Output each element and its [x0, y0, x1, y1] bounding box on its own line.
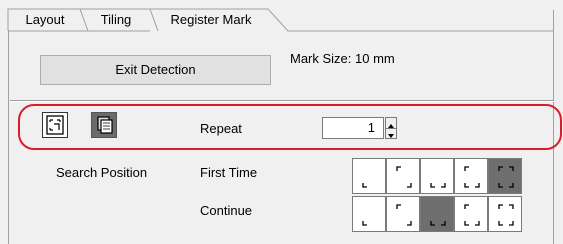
spin-up-button[interactable]: [386, 118, 396, 128]
continue-option-1[interactable]: [352, 196, 386, 232]
continue-options: [352, 196, 524, 232]
corner-marks-icon: [498, 204, 514, 226]
tab-layout[interactable]: Layout: [14, 9, 76, 30]
corner-marks-icon: [396, 204, 412, 226]
repeat-spinner[interactable]: [385, 117, 397, 139]
arrow-down-icon: [388, 134, 394, 138]
corner-marks-icon: [362, 221, 367, 226]
spin-down-button[interactable]: [386, 128, 396, 139]
corner-marks-icon: [464, 166, 480, 188]
tab-strip: Layout Tiling Register Mark: [0, 0, 563, 32]
mark-size-text: Mark Size: 10 mm: [290, 51, 395, 66]
continue-option-2[interactable]: [386, 196, 420, 232]
continue-option-4[interactable]: [454, 196, 488, 232]
first-time-options: [352, 158, 524, 194]
tab-tiling[interactable]: Tiling: [88, 9, 144, 30]
corner-marks-icon: [362, 183, 367, 188]
tab-register-mark-label: Register Mark: [170, 12, 252, 27]
repeat-input[interactable]: 1: [322, 117, 384, 139]
page-stack-button[interactable]: [91, 112, 117, 138]
pane-border: [8, 30, 9, 244]
corner-marks-icon: [430, 221, 446, 226]
corner-marks-icon: [396, 166, 412, 188]
first-time-label: First Time: [200, 165, 258, 180]
continue-label: Continue: [200, 203, 253, 218]
first-time-option-2[interactable]: [386, 158, 420, 194]
first-time-option-4[interactable]: [454, 158, 488, 194]
corner-marks-icon: [430, 183, 446, 188]
tab-register-mark[interactable]: Register Mark: [156, 9, 266, 30]
exit-detection-button[interactable]: Exit Detection: [40, 55, 271, 85]
first-time-option-1[interactable]: [352, 158, 386, 194]
tab-tiling-label: Tiling: [100, 12, 132, 27]
repeat-label: Repeat: [200, 121, 242, 136]
search-position-label: Search Position: [56, 165, 148, 180]
mark-pattern-button[interactable]: [42, 112, 68, 138]
corner-marks-icon: [498, 166, 514, 188]
first-time-option-3[interactable]: [420, 158, 454, 194]
continue-option-3[interactable]: [420, 196, 454, 232]
first-time-option-5[interactable]: [488, 158, 522, 194]
separator: [10, 100, 554, 102]
tab-layout-label: Layout: [25, 12, 65, 27]
tab-outline: [7, 8, 554, 32]
page-stack-icon: [97, 116, 113, 134]
corner-marks-icon: [464, 204, 480, 226]
mark-pattern-icon: [46, 115, 64, 135]
continue-option-5[interactable]: [488, 196, 522, 232]
